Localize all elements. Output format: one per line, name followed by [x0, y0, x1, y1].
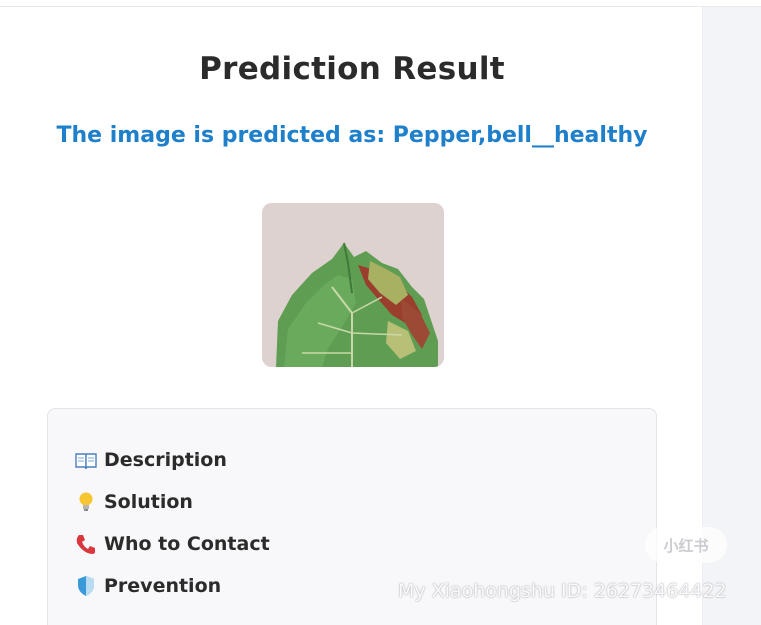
watermark-badge: 小红书: [645, 527, 727, 563]
top-divider: [0, 0, 761, 7]
leaf-image: [262, 203, 444, 367]
watermark-id: My Xiaohongshu ID: 26273464422: [398, 580, 727, 602]
page: Prediction Result The image is predicted…: [0, 0, 761, 625]
page-title: Prediction Result: [199, 51, 505, 87]
prediction-text: The image is predicted as: Pepper,bell__…: [56, 123, 648, 148]
who-to-contact-label: Who to Contact: [104, 533, 270, 555]
book-icon: [74, 448, 98, 472]
solution-label: Solution: [104, 491, 193, 513]
phone-icon: [74, 532, 98, 556]
leaf-photo: [262, 203, 444, 367]
result-card: Prediction Result The image is predicted…: [2, 7, 702, 625]
who-to-contact-link[interactable]: Who to Contact: [74, 530, 270, 558]
prevention-link[interactable]: Prevention: [74, 572, 221, 600]
prevention-label: Prevention: [104, 575, 222, 597]
description-label: Description: [104, 449, 227, 471]
solution-link[interactable]: Solution: [74, 488, 193, 516]
lightbulb-icon: [74, 490, 98, 514]
description-link[interactable]: Description: [74, 446, 227, 474]
shield-icon: [74, 574, 98, 598]
